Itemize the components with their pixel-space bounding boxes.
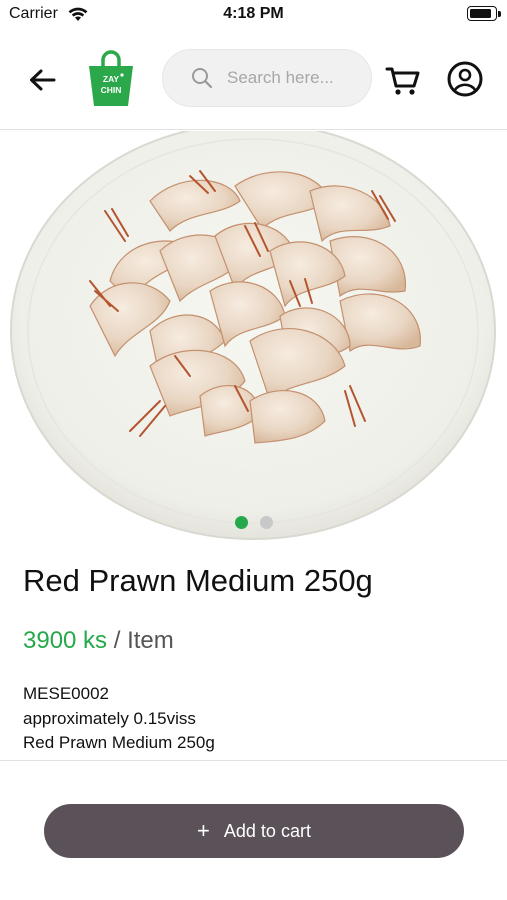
arrow-left-icon	[30, 69, 56, 91]
logo-text-line2: CHIN	[100, 85, 122, 95]
app-header: ZAY CHIN	[0, 40, 507, 130]
product-name-repeat: Red Prawn Medium 250g	[23, 733, 215, 752]
carousel-dot[interactable]	[259, 516, 273, 529]
battery-icon	[467, 6, 497, 21]
add-to-cart-label: Add to cart	[223, 820, 311, 841]
product-price: 3900 ks	[23, 627, 108, 654]
price-line: 3900 ks / Item	[23, 627, 174, 655]
status-bar: Carrier 4:18 PM	[0, 0, 507, 30]
battery-level	[470, 9, 491, 18]
cart-button[interactable]	[384, 62, 422, 98]
logo-text: ZAY CHIN	[86, 74, 136, 96]
shopping-cart-icon	[385, 67, 420, 95]
zay-chin-logo[interactable]: ZAY CHIN	[86, 50, 136, 108]
add-to-cart-button[interactable]: + Add to cart	[44, 804, 464, 858]
battery-nub	[498, 11, 501, 17]
profile-button[interactable]	[446, 60, 484, 98]
search-input[interactable]	[227, 68, 357, 88]
carousel-dot[interactable]	[234, 516, 248, 529]
divider	[0, 760, 507, 761]
clock: 4:18 PM	[223, 5, 284, 22]
logo-text-line1: ZAY	[102, 74, 120, 84]
product-description: MESE0002 approximately 0.15viss Red Praw…	[23, 682, 215, 756]
plus-icon: +	[197, 818, 210, 843]
search-bar[interactable]	[162, 49, 372, 107]
price-unit: / Item	[107, 627, 174, 654]
search-icon	[192, 68, 213, 89]
back-button[interactable]	[24, 62, 60, 98]
product-weight-note: approximately 0.15viss	[23, 708, 196, 728]
product-image[interactable]	[0, 131, 507, 541]
user-circle-icon	[447, 61, 483, 97]
carousel-indicator	[0, 516, 507, 529]
product-sku: MESE0002	[23, 684, 109, 703]
prawn-plate-image	[10, 131, 496, 540]
product-title: Red Prawn Medium 250g	[23, 563, 373, 598]
